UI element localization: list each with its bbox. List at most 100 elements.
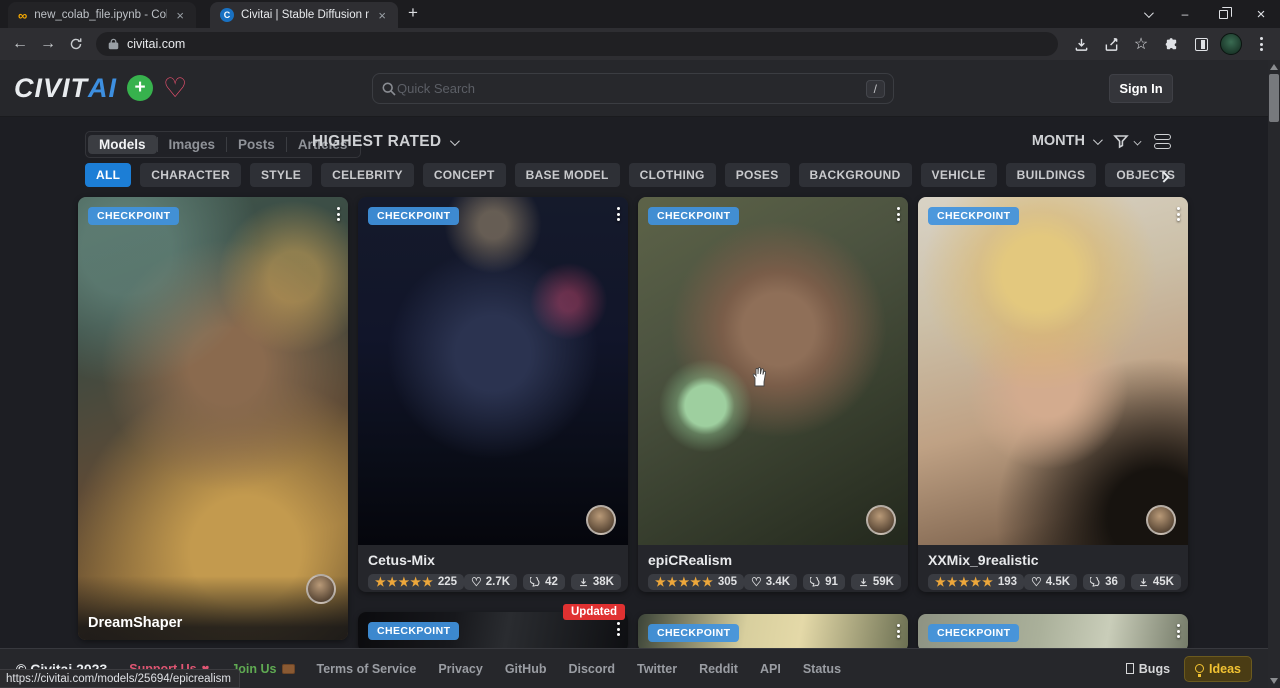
card-menu-icon[interactable] [337,207,340,221]
likes-pill: ♡2.7K [464,574,517,590]
chips-scroll-right-icon[interactable] [1160,168,1168,186]
share-icon[interactable] [1098,31,1124,57]
footer-link-terms[interactable]: Terms of Service [317,662,417,676]
rating-count: 225 [438,576,457,588]
footer-link-join-us[interactable]: Join Us [231,662,294,676]
model-type-badge: CHECKPOINT [368,207,459,225]
minimize-button[interactable]: – [1166,0,1204,28]
model-card-epicrealism[interactable]: CHECKPOINT epiCRealism ★★★★★ 305 ♡3.4K 9… [638,197,908,592]
scroll-down-arrow-icon[interactable] [1270,678,1278,684]
footer-link-api[interactable]: API [760,662,781,676]
side-panel-icon[interactable] [1188,31,1214,57]
tab-close-icon[interactable]: × [174,8,186,23]
bugs-button[interactable]: Bugs [1126,662,1170,676]
search-input[interactable] [397,81,866,96]
chip-vehicle[interactable]: VEHICLE [921,163,997,187]
card-menu-icon[interactable] [897,624,900,638]
card-menu-icon[interactable] [617,207,620,221]
model-title: Cetus-Mix [368,552,618,568]
back-icon[interactable]: ← [6,30,34,58]
model-card-partial-1[interactable]: Updated CHECKPOINT [358,612,628,652]
rating-count: 193 [998,576,1017,588]
card-menu-icon[interactable] [897,207,900,221]
layout-toggle-icon[interactable] [1154,134,1171,149]
period-label: MONTH [1032,133,1085,149]
scroll-up-arrow-icon[interactable] [1270,64,1278,70]
card-menu-icon[interactable] [1177,207,1180,221]
tab-search-icon[interactable] [1128,0,1166,28]
downloads-pill: 59K [851,574,901,590]
ideas-button[interactable]: Ideas [1184,656,1252,682]
model-card-cetus-mix[interactable]: CHECKPOINT Cetus-Mix ★★★★★ 225 ♡2.7K 42 … [358,197,628,592]
model-card-partial-2[interactable]: CHECKPOINT [638,614,908,652]
reload-icon[interactable] [62,30,90,58]
chip-base-model[interactable]: BASE MODEL [515,163,620,187]
page-scrollbar[interactable] [1268,60,1280,688]
tab-close-icon[interactable]: × [376,8,388,23]
creator-avatar[interactable] [866,505,896,535]
extensions-icon[interactable] [1158,31,1184,57]
chip-background[interactable]: BACKGROUND [799,163,912,187]
footer-link-reddit[interactable]: Reddit [699,662,738,676]
screen: ∞ new_colab_file.ipynb - Colaborat × C C… [0,0,1280,688]
chip-style[interactable]: STYLE [250,163,312,187]
tab-civitai[interactable]: C Civitai | Stable Diffusion models, × [210,2,398,28]
comments-count: 42 [545,576,558,588]
likes-count: 3.4K [766,576,790,588]
chip-character[interactable]: CHARACTER [140,163,241,187]
updated-badge: Updated [563,604,625,620]
tab-images[interactable]: Images [158,135,227,154]
footer-link-discord[interactable]: Discord [568,662,615,676]
tab-posts[interactable]: Posts [227,135,286,154]
forward-icon[interactable]: → [34,30,62,58]
chip-clothing[interactable]: CLOTHING [629,163,716,187]
creator-avatar[interactable] [586,505,616,535]
address-bar[interactable]: civitai.com [96,32,1058,56]
filter-controls: MONTH [1032,133,1171,149]
model-title: DreamShaper [88,615,182,631]
civitai-logo[interactable]: CIVITAI [14,73,117,104]
chip-concept[interactable]: CONCEPT [423,163,506,187]
comments-count: 36 [1105,576,1118,588]
card-menu-icon[interactable] [1177,624,1180,638]
footer-link-github[interactable]: GitHub [505,662,547,676]
model-card-partial-3[interactable]: CHECKPOINT [918,614,1188,652]
bookmark-star-icon[interactable]: ☆ [1128,31,1154,57]
chip-celebrity[interactable]: CELEBRITY [321,163,414,187]
comments-pill: 91 [803,574,845,590]
new-tab-button[interactable]: + [408,3,418,23]
model-preview-image: CHECKPOINT [358,197,628,545]
rating-pill: ★★★★★ 225 [368,574,464,590]
profile-avatar[interactable] [1218,31,1244,57]
tab-models[interactable]: Models [88,135,157,154]
lightbulb-icon [1195,664,1204,673]
sort-dropdown[interactable]: HIGHEST RATED [312,133,457,151]
period-dropdown[interactable]: MONTH [1032,133,1100,149]
search-bar[interactable]: / [372,73,894,104]
scrollbar-thumb[interactable] [1269,74,1279,122]
footer-link-privacy[interactable]: Privacy [438,662,482,676]
tab-colab[interactable]: ∞ new_colab_file.ipynb - Colaborat × [8,2,196,28]
model-card-dreamshaper[interactable]: CHECKPOINT DreamShaper [78,197,348,640]
filter-dropdown[interactable] [1113,133,1141,149]
footer-link-status[interactable]: Status [803,662,841,676]
favorites-heart-icon[interactable]: ♡ [163,75,187,102]
close-window-button[interactable]: × [1242,0,1280,28]
download-icon[interactable] [1068,31,1094,57]
chip-all[interactable]: ALL [85,163,131,187]
maximize-button[interactable] [1204,0,1242,28]
creator-avatar[interactable] [306,574,336,604]
chip-objects[interactable]: OBJECTS [1105,163,1185,187]
chip-poses[interactable]: POSES [725,163,790,187]
sign-in-button[interactable]: Sign In [1109,74,1173,103]
comment-icon [1090,577,1101,588]
model-preview-image: CHECKPOINT [918,197,1188,545]
create-plus-button[interactable]: + [127,75,153,101]
browser-menu-icon[interactable] [1248,31,1274,57]
search-shortcut-key: / [866,80,885,98]
model-card-xxmix9realistic[interactable]: CHECKPOINT XXMix_9realistic ★★★★★ 193 ♡4… [918,197,1188,592]
chip-buildings[interactable]: BUILDINGS [1006,163,1097,187]
creator-avatar[interactable] [1146,505,1176,535]
footer-link-twitter[interactable]: Twitter [637,662,677,676]
card-menu-icon[interactable] [617,622,620,636]
